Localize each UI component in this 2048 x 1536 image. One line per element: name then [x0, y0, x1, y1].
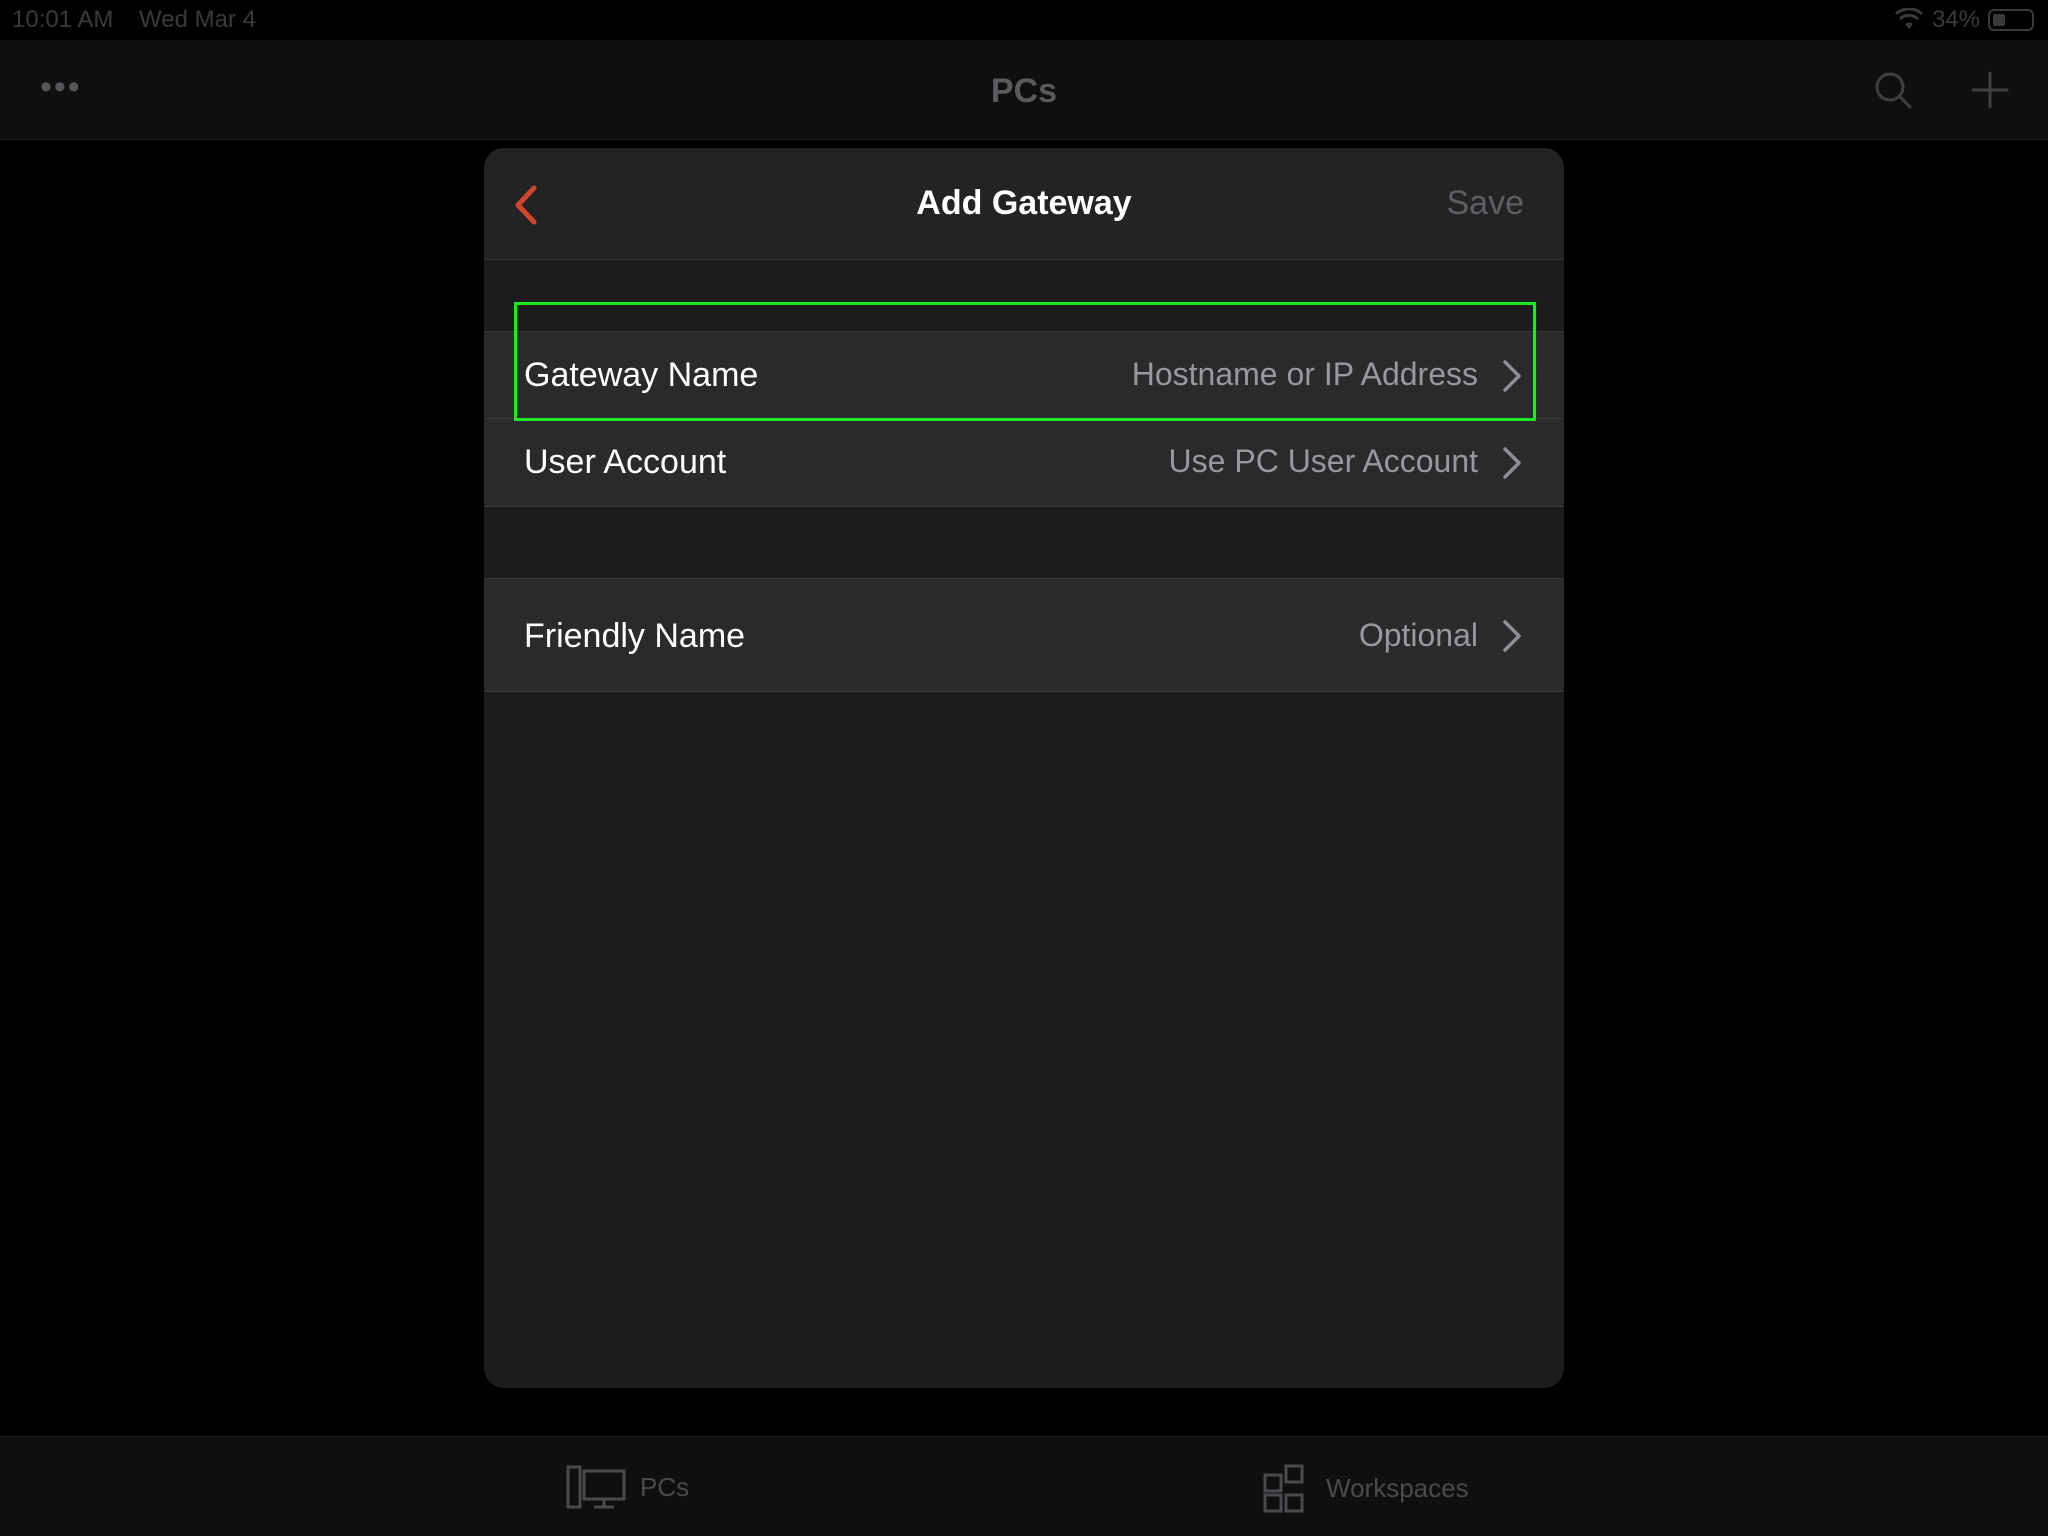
gateway-name-row[interactable]: Gateway Name Hostname or IP Address — [484, 331, 1564, 419]
desktop-pc-icon — [566, 1465, 626, 1509]
friendly-name-value: Optional — [1358, 617, 1478, 653]
sheet-header: Add Gateway Save — [484, 148, 1564, 260]
tab-pcs-label: PCs — [640, 1471, 690, 1502]
add-icon[interactable] — [1970, 70, 2010, 110]
battery-percent: 34% — [1931, 6, 1980, 33]
chevron-right-icon — [1503, 447, 1521, 479]
add-gateway-sheet: Add Gateway Save Gateway Name Hostname o… — [484, 148, 1564, 1388]
tab-bar: PCs Workspaces — [0, 1436, 2048, 1536]
gateway-name-value: Hostname or IP Address — [1131, 356, 1478, 392]
friendly-name-label: Friendly Name — [524, 617, 746, 655]
sheet-title: Add Gateway — [916, 184, 1132, 222]
chevron-right-icon — [1503, 620, 1521, 652]
tab-workspaces[interactable]: Workspaces — [1262, 1463, 1469, 1513]
status-indicators: 34% — [1894, 6, 2034, 34]
wifi-icon — [1894, 8, 1923, 29]
user-account-label: User Account — [524, 443, 727, 481]
user-account-row[interactable]: User Account Use PC User Account — [484, 419, 1564, 507]
user-account-value: Use PC User Account — [1168, 443, 1478, 479]
save-button[interactable]: Save — [1447, 184, 1525, 223]
status-time: 10:01 AM — [12, 6, 114, 33]
friendly-name-row[interactable]: Friendly Name Optional — [484, 578, 1564, 692]
gateway-name-label: Gateway Name — [524, 356, 759, 394]
workspaces-grid-icon — [1263, 1464, 1304, 1513]
tab-workspaces-label: Workspaces — [1326, 1472, 1469, 1503]
status-bar: 10:01 AM Wed Mar 4 34% — [0, 0, 2048, 40]
tab-pcs[interactable]: PCs — [566, 1463, 689, 1511]
search-icon[interactable] — [1873, 70, 1913, 110]
battery-icon — [1988, 9, 2034, 31]
chevron-right-icon — [1503, 360, 1521, 392]
background-nav-bar: ••• PCs — [0, 40, 2048, 140]
status-date: Wed Mar 4 — [139, 6, 256, 33]
background-title: PCs — [990, 72, 1058, 110]
